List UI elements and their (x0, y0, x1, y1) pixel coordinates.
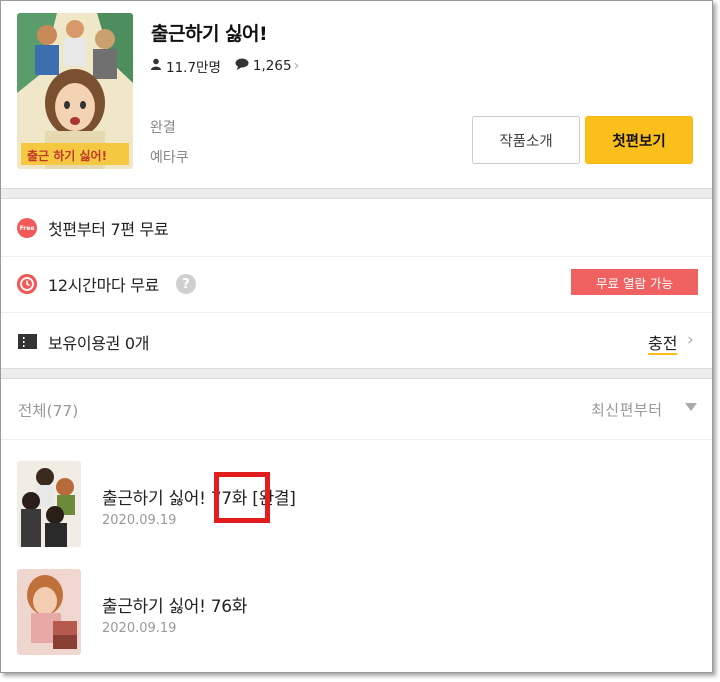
comment-icon[interactable] (235, 58, 249, 74)
episode-item[interactable]: 출근하기 싫어! 77화 [완결] 2020.09.19 (1, 456, 712, 556)
episode-thumbnail[interactable] (17, 461, 81, 547)
series-status: 완결 (150, 120, 176, 136)
comment-count[interactable]: 1,265 (253, 58, 292, 74)
series-header: 출근 하기 싫어! 출근하기 싫어! 11.7만명 1,265 › 완결 예타쿠… (1, 1, 712, 187)
series-author[interactable]: 예타쿠 (150, 147, 189, 167)
chevron-right-icon[interactable]: › (294, 58, 300, 74)
series-stats: 11.7만명 1,265 › (150, 56, 299, 76)
series-cover[interactable]: 출근 하기 싫어! (17, 13, 133, 169)
section-divider (1, 188, 712, 199)
free-episodes-label: 첫편부터 7편 무료 (48, 220, 169, 239)
ticket-row: 보유이용권 0개 (1, 313, 712, 371)
section-divider (1, 368, 712, 379)
episode-item[interactable]: 출근하기 싫어! 76화 2020.09.19 (1, 564, 712, 664)
person-icon (150, 58, 162, 74)
caret-down-icon[interactable] (685, 403, 697, 411)
cover-illustration (17, 13, 133, 169)
episode-title[interactable]: 출근하기 싫어! 76화 (102, 592, 247, 617)
free-episodes-row: Free 첫편부터 7편 무료 (1, 199, 712, 257)
first-episode-button[interactable]: 첫편보기 (585, 116, 693, 164)
episode-list-header: 전체(77) 최신편부터 (1, 379, 712, 440)
series-title: 출근하기 싫어! (151, 23, 268, 45)
episode-total: 전체(77) (18, 402, 79, 420)
episode-date: 2020.09.19 (102, 513, 177, 528)
series-intro-button[interactable]: 작품소개 (472, 116, 580, 164)
view-count: 11.7만명 (166, 60, 221, 76)
wait-free-label: 12시간마다 무료 (48, 276, 160, 295)
free-available-badge[interactable]: 무료 열람 가능 (571, 269, 698, 295)
webtoon-detail-window: 출근 하기 싫어! 출근하기 싫어! 11.7만명 1,265 › 완결 예타쿠… (0, 0, 713, 673)
ticket-icon (18, 334, 37, 349)
charge-link[interactable]: 충전 (648, 330, 677, 354)
episode-title[interactable]: 출근하기 싫어! 77화 [완결] (102, 484, 296, 509)
help-icon[interactable]: ? (176, 274, 196, 294)
ticket-label: 보유이용권 0개 (48, 334, 150, 353)
sort-dropdown[interactable]: 최신편부터 (591, 399, 663, 420)
chevron-right-icon[interactable]: › (687, 330, 694, 350)
cover-title-text: 출근 하기 싫어! (27, 149, 108, 163)
clock-icon (17, 274, 37, 294)
episode-date: 2020.09.19 (102, 621, 177, 636)
episode-thumbnail[interactable] (17, 569, 81, 655)
free-icon: Free (17, 218, 37, 238)
